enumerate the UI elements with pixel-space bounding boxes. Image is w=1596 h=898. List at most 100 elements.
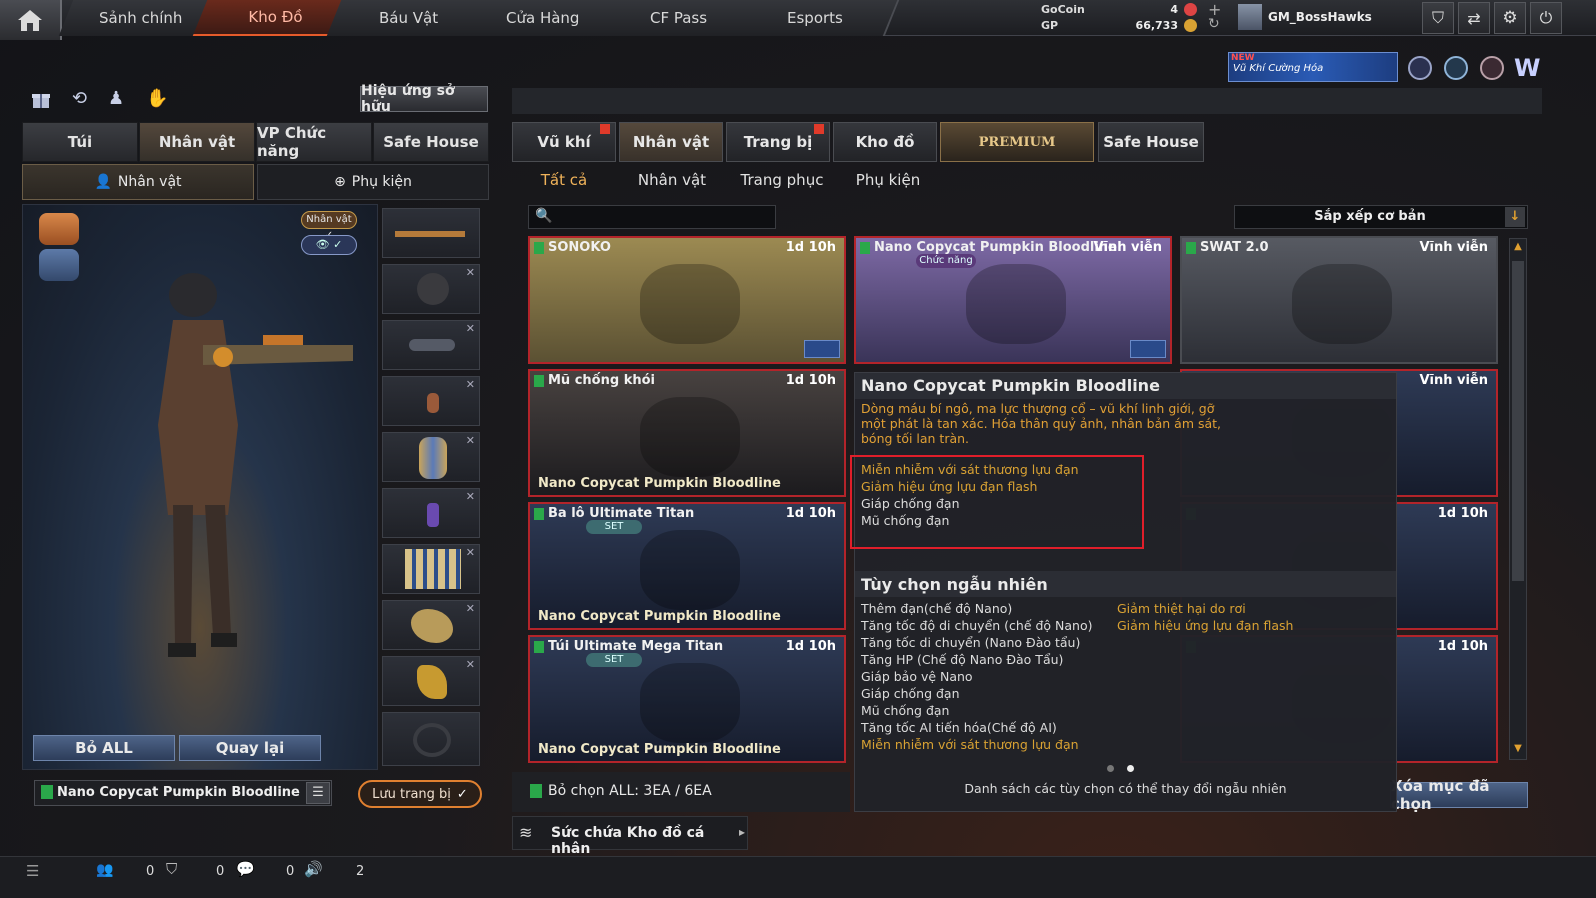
settings-button[interactable]: ⚙ — [1494, 2, 1526, 34]
sort-dropdown[interactable]: Sắp xếp cơ bản ↓ — [1234, 205, 1528, 229]
gift-badge-icon — [814, 124, 824, 134]
settings-button[interactable] — [1130, 340, 1166, 358]
filter-tab-1[interactable]: Nhân vật — [620, 168, 724, 192]
item-card[interactable]: Mũ chống khói 1d 10h Nano Copycat Pumpkin … — [528, 369, 846, 497]
slot-backpack[interactable]: ✕ — [382, 432, 480, 482]
remove-all-button[interactable]: Bỏ ALL — [33, 735, 175, 761]
menu-icon[interactable]: ☰ — [306, 782, 330, 804]
chat-icon[interactable]: 💬 — [236, 860, 255, 878]
bookmark-icon — [534, 508, 544, 520]
page-dot-1[interactable] — [1107, 765, 1114, 772]
visibility-toggle[interactable]: 👁 ✓ — [301, 235, 357, 255]
tooltip-option: Giảm hiệu ứng lựu đạn flash — [1117, 618, 1294, 633]
event-icon-3[interactable] — [1480, 56, 1504, 80]
character-badge: Nhân vật ✓ — [301, 211, 357, 241]
left-tab-2[interactable]: VP Chức năng — [256, 122, 372, 162]
volume-icon[interactable]: 🔊 — [304, 860, 323, 878]
chevron-right-icon[interactable]: ▸ — [739, 825, 745, 839]
sort-label: Sắp xếp cơ bản — [1314, 209, 1426, 224]
left-tab-1[interactable]: Nhân vật — [139, 122, 255, 162]
search-box[interactable]: 🔍 — [528, 205, 776, 229]
event-icon-1[interactable] — [1408, 56, 1432, 80]
slot-emblem[interactable]: ✕ — [382, 600, 480, 650]
slot-empty[interactable] — [382, 712, 480, 766]
character-swap-icon[interactable]: ♟ — [108, 88, 130, 110]
item-image — [640, 530, 740, 610]
scroll-down-icon[interactable]: ▼ — [1511, 743, 1525, 757]
close-icon[interactable]: ✕ — [466, 490, 475, 503]
search-input[interactable] — [557, 208, 767, 226]
item-scrollbar[interactable]: ▲ ▼ — [1509, 238, 1527, 760]
list-icon[interactable]: ☰ — [26, 862, 39, 880]
right-tab-4[interactable]: PREMIUM — [940, 122, 1094, 162]
close-icon[interactable]: ✕ — [466, 378, 475, 391]
item-card[interactable]: SWAT 2.0 Vĩnh viễn — [1180, 236, 1498, 364]
promo-banner[interactable]: NEW Vũ Khí Cường Hóa — [1228, 52, 1398, 82]
goggles-icon — [409, 339, 455, 351]
right-tab-3[interactable]: Kho đồ — [833, 122, 937, 162]
left-tab-0[interactable]: Túi — [22, 122, 138, 162]
right-tab-5[interactable]: Safe House — [1098, 122, 1204, 162]
delete-selected-button[interactable]: Xóa mục đã chọn — [1390, 777, 1528, 813]
refresh-icon[interactable]: ↻ — [1208, 16, 1220, 32]
bookmark-icon — [41, 785, 53, 799]
subtab-accessory[interactable]: ⊕ Phụ kiện — [257, 164, 489, 200]
slot-helmet[interactable]: ✕ — [382, 264, 480, 314]
faction-icon-1[interactable] — [39, 213, 79, 245]
w-logo-icon[interactable]: W — [1514, 54, 1540, 82]
card-name: Ba lô Ultimate Titan — [548, 506, 695, 521]
card-time: 1d 10h — [785, 373, 836, 388]
chevron-down-icon[interactable]: ↓ — [1505, 207, 1525, 227]
slot-goggles[interactable]: ✕ — [382, 320, 480, 370]
filter-tab-3[interactable]: Phụ kiện — [840, 168, 936, 192]
page-dot-2[interactable] — [1127, 765, 1134, 772]
friends-icon[interactable]: 👥 — [96, 862, 113, 878]
slot-weapon[interactable] — [382, 208, 480, 258]
close-icon[interactable]: ✕ — [466, 658, 475, 671]
back-button[interactable]: Quay lại — [179, 735, 321, 761]
glove-icon[interactable]: ✋ — [146, 88, 168, 110]
character-preview[interactable]: Nhân vật ✓ 👁 ✓ Bỏ ALL Quay lại — [22, 204, 378, 770]
storage-capacity-bar[interactable]: ≋ Sức chứa Kho đồ cá nhân ▸ — [512, 816, 748, 857]
tooltip-description: Dòng máu bí ngô, ma lực thượng cổ – vũ k… — [861, 401, 1222, 446]
slot-grenade[interactable]: ✕ — [382, 488, 480, 538]
power-button[interactable]: ⏻ — [1530, 2, 1562, 34]
slot-bag[interactable]: ✕ — [382, 544, 480, 594]
card-owner: Nano Copycat Pumpkin Bloodline — [538, 476, 781, 491]
slot-charm[interactable]: ✕ — [382, 376, 480, 426]
filter-tab-2[interactable]: Trang phục — [730, 168, 834, 192]
clan-icon[interactable]: ⛉ — [166, 860, 177, 878]
close-icon[interactable]: ✕ — [466, 434, 475, 447]
gift-icon[interactable] — [30, 88, 52, 110]
card-time: Vĩnh viễn — [1093, 240, 1162, 255]
owned-effects-button[interactable]: Hiệu ứng sở hữu — [360, 83, 488, 115]
right-tab-1[interactable]: Nhân vật — [619, 122, 723, 162]
item-image — [640, 663, 740, 743]
item-card[interactable]: SONOKO 1d 10h — [528, 236, 846, 364]
left-tab-3[interactable]: Safe House — [373, 122, 489, 162]
close-icon[interactable]: ✕ — [466, 546, 475, 559]
save-equipment-button[interactable]: Lưu trang bị ✓ — [358, 780, 482, 808]
scroll-thumb[interactable] — [1512, 261, 1524, 581]
card-time: 1d 10h — [1437, 639, 1488, 654]
subtab-character[interactable]: 👤 Nhân vật — [22, 164, 254, 200]
item-card[interactable]: Ba lô Ultimate Titan 1d 10h Nano Copycat P… — [528, 502, 846, 630]
zoom-button[interactable] — [804, 340, 840, 358]
filter-tab-0[interactable]: Tất cả — [512, 168, 616, 192]
item-card[interactable]: Nano Copycat Pumpkin Bloodline Vĩnh viễn C… — [854, 236, 1172, 364]
item-card[interactable]: Túi Ultimate Mega Titan 1d 10h Nano Copyca… — [528, 635, 846, 763]
shield-button[interactable]: ⛉ — [1422, 2, 1454, 34]
close-icon[interactable]: ✕ — [466, 602, 475, 615]
slot-spray[interactable]: ✕ — [382, 656, 480, 706]
faction-icon-2[interactable] — [39, 249, 79, 281]
home-button[interactable] — [0, 0, 62, 40]
close-icon[interactable]: ✕ — [466, 266, 475, 279]
nav-tab-5[interactable]: Esports — [732, 0, 900, 36]
scroll-up-icon[interactable]: ▲ — [1511, 241, 1525, 255]
exchange-button[interactable]: ⇄ — [1458, 2, 1490, 34]
close-icon[interactable]: ✕ — [466, 322, 475, 335]
deselect-status[interactable]: Bỏ chọn ALL: 3EA / 6EA — [548, 783, 712, 799]
event-icon-2[interactable] — [1444, 56, 1468, 80]
history-icon[interactable]: ⟲ — [72, 88, 94, 110]
tooltip-option: Tăng tốc di chuyển (Nano Đào tẩu) — [861, 635, 1081, 650]
